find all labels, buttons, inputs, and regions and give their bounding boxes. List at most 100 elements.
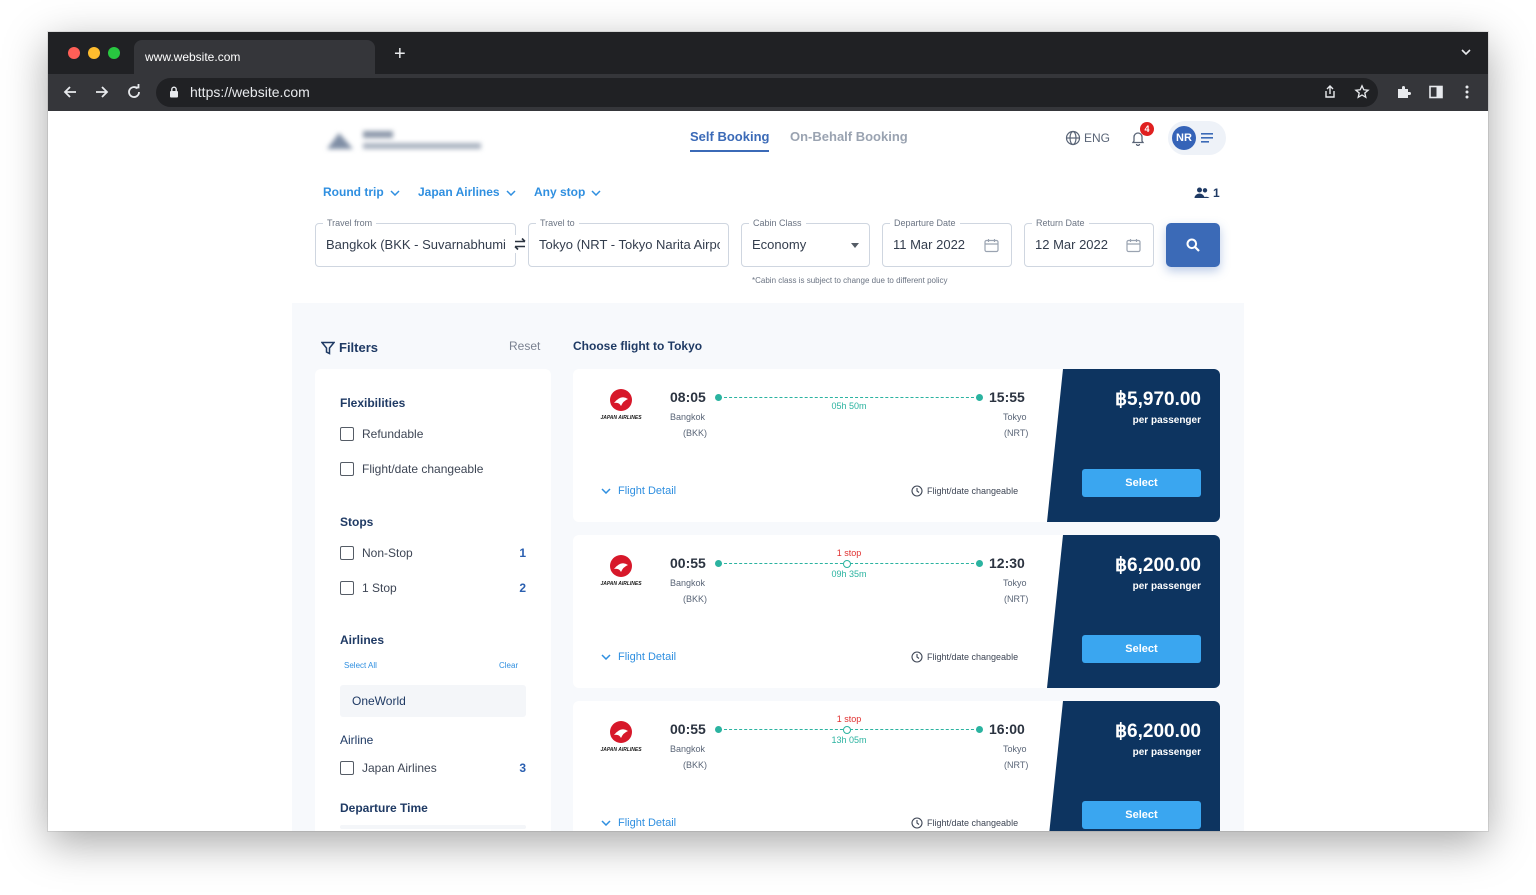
tab-on-behalf-booking[interactable]: On-Behalf Booking — [790, 129, 908, 144]
nonstop-count: 1 — [519, 546, 526, 560]
tab-self-booking-label: Self Booking — [690, 129, 770, 144]
departure-city: Bangkok — [670, 412, 706, 422]
changeable-info-label: Flight/date changeable — [927, 818, 1019, 828]
arrival-time: 12:30 — [989, 555, 1025, 571]
back-arrow-icon[interactable] — [61, 83, 79, 101]
bookmark-star-icon[interactable] — [1354, 84, 1370, 100]
arrival-city: Tokyo — [1003, 578, 1027, 588]
route-start-dot — [715, 560, 722, 567]
one-stop-checkbox[interactable]: 1 Stop 2 — [340, 580, 526, 596]
flight-detail-toggle[interactable]: Flight Detail — [601, 817, 676, 829]
arrival-time: 16:00 — [989, 721, 1025, 737]
calendar-icon[interactable] — [984, 238, 999, 253]
airline-logo-text: JAPAN AIRLINES — [600, 415, 642, 421]
japan-airlines-logo: JAPAN AIRLINES — [600, 389, 642, 421]
refundable-checkbox[interactable]: Refundable — [340, 426, 526, 442]
search-icon — [1186, 238, 1200, 252]
language-label: ENG — [1084, 131, 1111, 145]
travel-from-field[interactable]: Travel from Bangkok (BKK - Suvarnabhumi … — [315, 217, 516, 267]
clear-link[interactable]: Clear — [499, 661, 518, 670]
chevron-down-icon — [591, 190, 601, 196]
airlines-title: Airlines — [340, 633, 385, 647]
departure-time-slider[interactable] — [340, 825, 526, 829]
arrival-time: 15:55 — [989, 389, 1025, 405]
select-flight-button[interactable]: Select — [1082, 801, 1201, 829]
page-viewport: Self Booking On-Behalf Booking ENG 4 NR … — [48, 111, 1488, 831]
address-bar[interactable]: https://website.com — [156, 78, 1378, 107]
nonstop-checkbox[interactable]: Non-Stop 1 — [340, 545, 526, 561]
departure-city: Bangkok — [670, 578, 706, 588]
checkbox-box[interactable] — [340, 462, 354, 476]
return-date-field[interactable]: Return Date 12 Mar 2022 — [1024, 217, 1154, 267]
fare-price: ฿6,200.00 — [1114, 721, 1201, 742]
checkbox-box[interactable] — [340, 761, 354, 775]
flight-detail-label: Flight Detail — [618, 485, 677, 498]
reload-icon[interactable] — [125, 83, 143, 101]
price-panel: ฿6,200.00 per passenger — [1047, 535, 1220, 688]
travel-to-field[interactable]: Travel to Tokyo (NRT - Tokyo Narita Airp… — [528, 217, 729, 267]
flight-detail-toggle[interactable]: Flight Detail — [601, 651, 676, 663]
japan-airlines-label: Japan Airlines — [362, 761, 437, 775]
passenger-count: 1 — [1213, 185, 1220, 200]
chevron-down-icon — [506, 190, 516, 196]
arrival-code: (NRT) — [1004, 428, 1029, 438]
minimize-window-button[interactable] — [88, 47, 100, 59]
cabin-class-select[interactable]: Cabin Class Economy — [741, 217, 870, 267]
new-tab-button[interactable]: + — [394, 44, 406, 64]
arrival-city: Tokyo — [1003, 744, 1027, 754]
select-flight-button[interactable]: Select — [1082, 635, 1201, 663]
reset-filters-button[interactable]: Reset — [509, 339, 540, 353]
departure-time: 00:55 — [670, 555, 706, 571]
passengers-icon — [1194, 187, 1210, 199]
japan-airlines-checkbox[interactable]: Japan Airlines 3 — [340, 760, 526, 776]
checkbox-box[interactable] — [340, 581, 354, 595]
departure-date-field[interactable]: Departure Date 11 Mar 2022 — [882, 217, 1012, 267]
tab-on-behalf-label: On-Behalf Booking — [790, 129, 908, 144]
swap-arrows-icon[interactable] — [511, 235, 529, 253]
forward-arrow-icon[interactable] — [93, 83, 111, 101]
clock-icon — [911, 485, 923, 497]
airline-dropdown[interactable]: Japan Airlines — [418, 185, 516, 199]
browser-tab[interactable]: www.website.com — [134, 40, 375, 74]
clock-icon — [911, 817, 923, 829]
route-stop-dot — [843, 726, 851, 734]
alliance-oneworld[interactable]: OneWorld — [340, 685, 526, 717]
select-all-link[interactable]: Select All — [344, 661, 377, 670]
trip-type-dropdown[interactable]: Round trip — [323, 185, 400, 199]
globe-icon — [1065, 130, 1081, 146]
changeable-label: Flight/date changeable — [362, 462, 484, 476]
side-panel-icon[interactable] — [1428, 84, 1444, 100]
departure-time: 00:55 — [670, 721, 706, 737]
search-button[interactable] — [1166, 223, 1220, 267]
flight-duration: 05h 50m — [831, 401, 867, 411]
route-end-dot — [976, 394, 983, 401]
stops-title: Stops — [340, 515, 374, 529]
one-stop-label: 1 Stop — [362, 581, 397, 595]
changeable-info-label: Flight/date changeable — [927, 652, 1019, 662]
checkbox-box[interactable] — [340, 546, 354, 560]
departure-code: (BKK) — [683, 428, 708, 438]
per-passenger-label: per passenger — [1132, 581, 1201, 592]
maximize-window-button[interactable] — [108, 47, 120, 59]
passenger-selector[interactable]: 1 — [1194, 185, 1220, 200]
share-icon[interactable] — [1322, 84, 1338, 100]
calendar-icon[interactable] — [1126, 238, 1141, 253]
stop-count: 1 stop — [836, 714, 862, 724]
arrival-city: Tokyo — [1003, 412, 1027, 422]
changeable-checkbox[interactable]: Flight/date changeable — [340, 461, 526, 477]
chevron-down-icon[interactable] — [1460, 46, 1472, 58]
extensions-puzzle-icon[interactable] — [1396, 84, 1412, 100]
route-end-dot — [976, 560, 983, 567]
flight-detail-label: Flight Detail — [618, 817, 677, 830]
lock-icon — [170, 86, 178, 98]
user-menu-button[interactable]: NR — [1168, 121, 1226, 155]
checkbox-box[interactable] — [340, 427, 354, 441]
select-flight-button[interactable]: Select — [1082, 469, 1201, 497]
language-selector[interactable]: ENG — [1065, 130, 1110, 146]
flight-detail-toggle[interactable]: Flight Detail — [601, 485, 676, 497]
close-window-button[interactable] — [68, 47, 80, 59]
browser-menu-icon[interactable] — [1459, 84, 1475, 100]
stops-dropdown[interactable]: Any stop — [534, 185, 601, 199]
tab-self-booking[interactable]: Self Booking — [690, 129, 770, 152]
per-passenger-label: per passenger — [1132, 747, 1201, 758]
